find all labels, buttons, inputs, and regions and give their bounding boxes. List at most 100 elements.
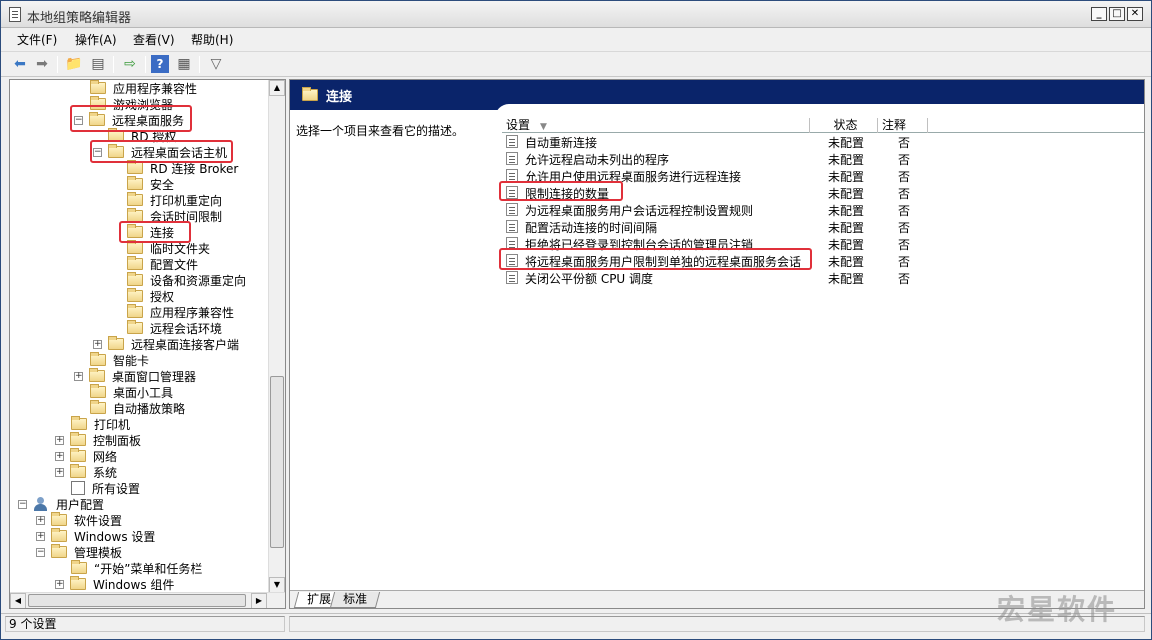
tree-item[interactable]: 打印机 (71, 416, 132, 432)
menu-help[interactable]: 帮助(H) (191, 31, 233, 48)
folder-icon (302, 87, 318, 101)
column-header-comment[interactable]: 注释 (878, 118, 928, 133)
tree-item-connections[interactable]: 连接 (127, 224, 176, 240)
list-header: 设置 ▼ 状态 注释 (502, 118, 1144, 133)
status-text: 9 个设置 (5, 616, 285, 632)
policy-setting-icon (506, 169, 518, 182)
collapse-icon: − (18, 498, 27, 509)
minimize-button[interactable]: _ (1091, 7, 1107, 21)
filter-icon[interactable]: ▽ (207, 55, 225, 73)
policy-setting-icon (506, 237, 518, 250)
tree-item[interactable]: + Windows 组件 (55, 576, 176, 592)
policy-setting-icon (506, 186, 518, 199)
expand-icon: + (36, 514, 45, 525)
tree-vertical-scrollbar[interactable]: ▲ ▼ (268, 80, 285, 593)
help-icon[interactable]: ? (151, 55, 169, 73)
back-arrow-icon[interactable]: ⬅ (11, 55, 29, 73)
export-list-icon[interactable]: ⇨ (121, 55, 139, 73)
policy-setting-icon (506, 203, 518, 216)
tree-item[interactable]: 打印机重定向 (127, 192, 224, 208)
toolbar: ⬅ ➡ 📁 ▤ ⇨ ? ▦ ▽ (1, 51, 1151, 77)
scroll-left-icon[interactable]: ◀ (10, 593, 26, 608)
list-item[interactable]: 将远程桌面服务用户限制到单独的远程桌面服务会话 未配置否 (502, 252, 1144, 269)
expand-icon: + (74, 370, 83, 381)
policy-setting-icon (506, 135, 518, 148)
expand-icon: + (55, 450, 64, 461)
tree-item[interactable]: 授权 (127, 288, 176, 304)
list-item[interactable]: 为远程桌面服务用户会话远程控制设置规则 未配置否 (502, 201, 1144, 218)
tree-item[interactable]: − 管理模板 (36, 544, 124, 560)
sort-arrow-icon: ▼ (540, 122, 547, 132)
tree-item[interactable]: RD 授权 (108, 128, 178, 144)
list-item[interactable]: 限制连接的数量 未配置否 (502, 184, 1144, 201)
collapse-icon: − (93, 146, 102, 157)
policy-setting-icon (506, 220, 518, 233)
collapse-icon: − (36, 546, 45, 557)
scroll-right-icon[interactable]: ▶ (251, 593, 267, 608)
scroll-down-icon[interactable]: ▼ (269, 577, 285, 593)
status-bar: 9 个设置 (1, 613, 1151, 633)
tree-item[interactable]: 智能卡 (90, 352, 151, 368)
menu-view[interactable]: 查看(V) (133, 31, 175, 48)
tree-item[interactable]: 桌面小工具 (90, 384, 175, 400)
list-item[interactable]: 自动重新连接 未配置否 (502, 133, 1144, 150)
tab-standard[interactable]: 标准 (329, 592, 381, 608)
close-button[interactable]: ✕ (1127, 7, 1143, 21)
all-settings-icon (71, 481, 85, 495)
tree-item[interactable]: + 软件设置 (36, 512, 124, 528)
tree-item[interactable]: RD 连接 Broker (127, 160, 240, 176)
tree-item-remote-desktop-services[interactable]: − 远程桌面服务 (74, 112, 186, 128)
forward-arrow-icon[interactable]: ➡ (33, 55, 51, 73)
menu-action[interactable]: 操作(A) (75, 31, 117, 48)
tree-item[interactable]: 自动播放策略 (90, 400, 187, 416)
watermark: 宏星软件 (997, 593, 1118, 626)
collapse-icon: − (74, 114, 83, 125)
tree-item[interactable]: 临时文件夹 (127, 240, 212, 256)
scroll-up-icon[interactable]: ▲ (269, 80, 285, 96)
menu-file[interactable]: 文件(F) (17, 31, 57, 48)
app-window: 本地组策略编辑器 _ □ ✕ 文件(F) 操作(A) 查看(V) 帮助(H) ⬅… (0, 0, 1152, 640)
tree-item[interactable]: 所有设置 (71, 480, 142, 496)
tree-item[interactable]: 游戏浏览器 (90, 96, 175, 112)
scroll-thumb[interactable] (28, 594, 246, 607)
tree-item-user-config[interactable]: − 用户配置 (18, 496, 106, 512)
menu-bar: 文件(F) 操作(A) 查看(V) 帮助(H) (1, 28, 1151, 50)
tree-item[interactable]: + 系统 (55, 464, 119, 480)
list-item[interactable]: 关闭公平份额 CPU 调度 未配置否 (502, 269, 1144, 286)
expand-icon: + (55, 434, 64, 445)
up-folder-icon[interactable]: 📁 (65, 55, 83, 73)
tree-item[interactable]: + 控制面板 (55, 432, 143, 448)
page-title: 连接 (326, 90, 353, 105)
tree-item[interactable]: 远程会话环境 (127, 320, 224, 336)
title-bar: 本地组策略编辑器 _ □ ✕ (1, 1, 1151, 28)
tree-item[interactable]: + 网络 (55, 448, 119, 464)
window-title: 本地组策略编辑器 (27, 11, 132, 26)
list-item[interactable]: 拒绝将已经登录到控制台会话的管理员注销 未配置否 (502, 235, 1144, 252)
show-hide-tree-icon[interactable]: ▤ (89, 55, 107, 73)
properties-icon[interactable]: ▦ (175, 55, 193, 73)
tree-item[interactable]: 安全 (127, 176, 176, 192)
tree-item[interactable]: 设备和资源重定向 (127, 272, 248, 288)
maximize-button[interactable]: □ (1109, 7, 1125, 21)
policy-setting-icon (506, 271, 518, 284)
tree-item[interactable]: + Windows 设置 (36, 528, 157, 544)
tree-item-session-host[interactable]: − 远程桌面会话主机 (93, 144, 229, 160)
tree-item[interactable]: 应用程序兼容性 (127, 304, 236, 320)
user-config-icon (33, 497, 49, 511)
tree-horizontal-scrollbar[interactable]: ◀ ▶ (10, 592, 285, 608)
app-icon (9, 7, 21, 22)
tree-item[interactable]: + 远程桌面连接客户端 (93, 336, 241, 352)
scroll-thumb[interactable] (270, 376, 284, 548)
tree-item[interactable]: “开始”菜单和任务栏 (71, 560, 204, 576)
tree-item[interactable]: + 桌面窗口管理器 (74, 368, 198, 384)
list-item[interactable]: 允许用户使用远程桌面服务进行远程连接 未配置否 (502, 167, 1144, 184)
list-item[interactable]: 配置活动连接的时间间隔 未配置否 (502, 218, 1144, 235)
policy-setting-icon (506, 254, 518, 267)
column-header-state[interactable]: 状态 (810, 118, 878, 133)
list-item[interactable]: 允许远程启动未列出的程序 未配置否 (502, 150, 1144, 167)
tree-item[interactable]: 配置文件 (127, 256, 200, 272)
tree-item[interactable]: 会话时间限制 (127, 208, 224, 224)
tree-item[interactable]: 应用程序兼容性 (90, 80, 199, 96)
column-header-setting[interactable]: 设置 ▼ (502, 118, 810, 133)
details-pane: 连接 选择一个项目来查看它的描述。 设置 ▼ 状态 注释 自动重新连接 未配置否 允… (289, 79, 1145, 609)
